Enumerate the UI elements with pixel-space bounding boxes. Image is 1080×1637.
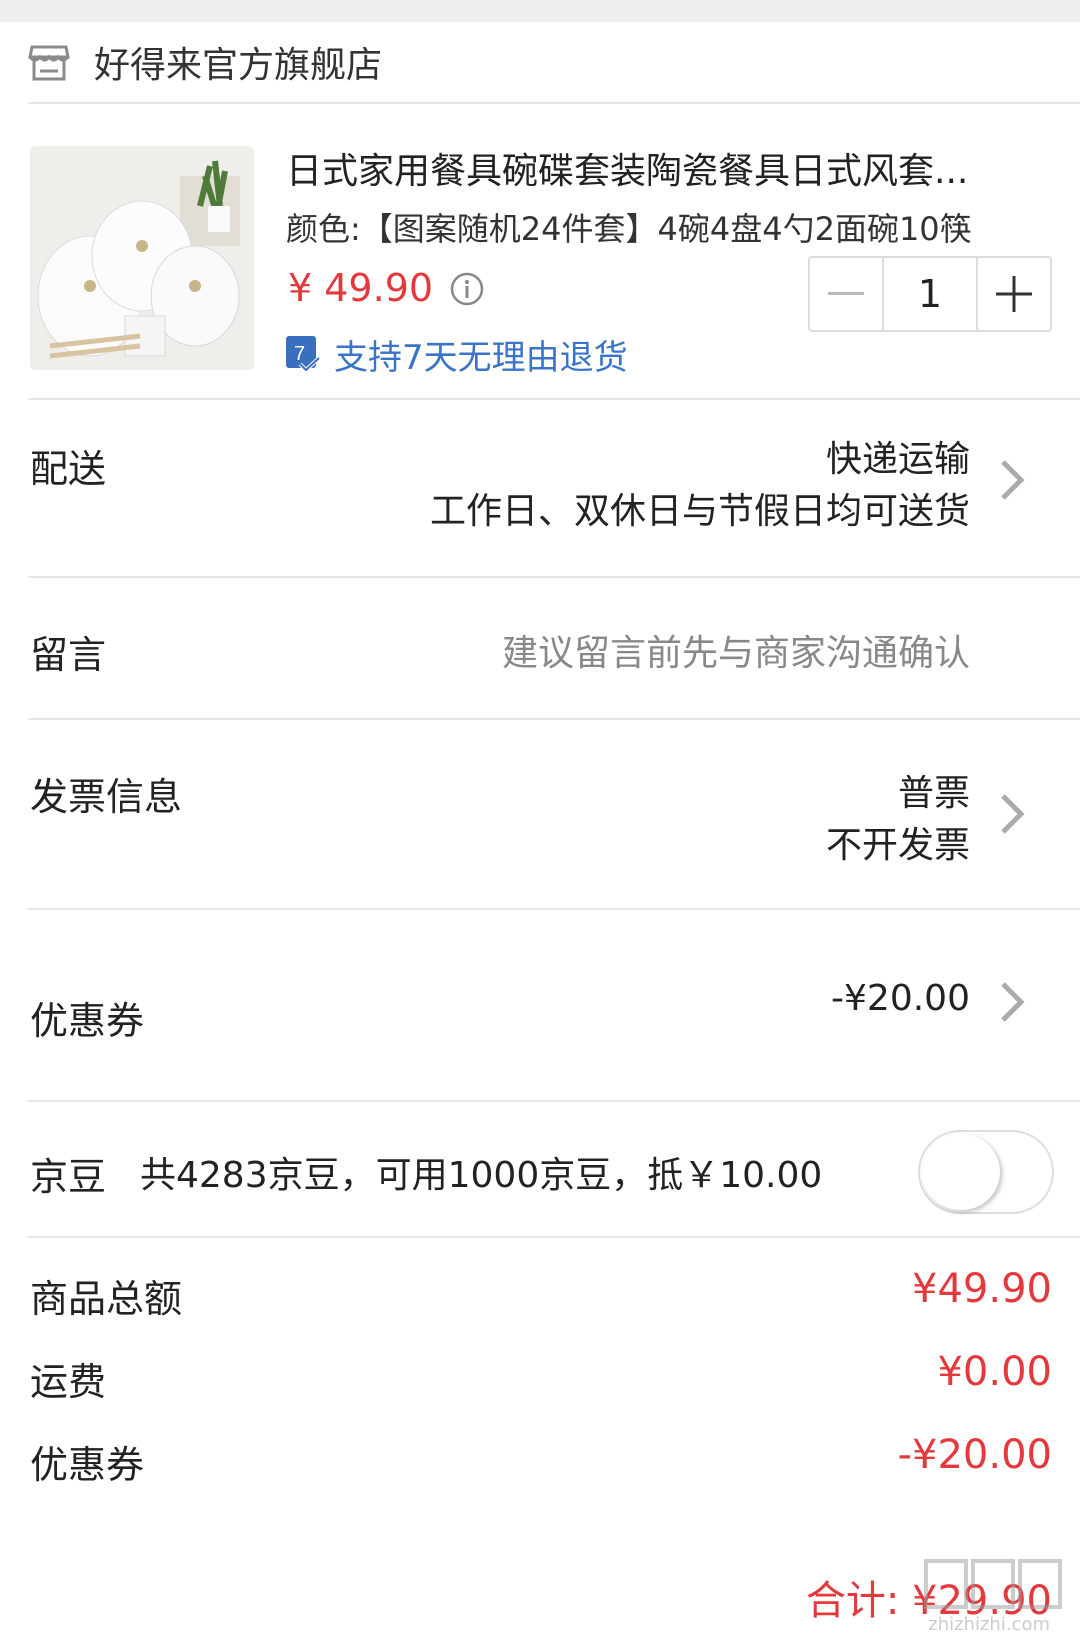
increment-button[interactable] xyxy=(978,258,1050,330)
return-policy[interactable]: 支持7天无理由退货 xyxy=(334,330,628,379)
delivery-detail: 工作日、双休日与节假日均可送货 xyxy=(429,491,970,532)
delivery-label: 配送 xyxy=(30,447,107,491)
decrement-button[interactable] xyxy=(810,258,882,330)
watermark-logo: zhizhizhi.com xyxy=(918,1555,1068,1635)
message-label: 留言 xyxy=(30,633,107,677)
product-spec: 颜色:【图案随机24件套】4碗4盘4勺2面碗10筷 xyxy=(286,210,972,248)
chevron-right-icon xyxy=(1001,982,1025,1022)
store-icon xyxy=(28,45,70,81)
invoice-detail: 不开发票 xyxy=(825,825,970,866)
delivery-row[interactable]: 配送 快递运输 工作日、双休日与节假日均可送货 xyxy=(28,400,1080,578)
quantity-stepper: 1 xyxy=(808,256,1052,332)
seven-day-return-icon: 7 xyxy=(286,336,321,373)
summary-label: 商品总额 xyxy=(30,1277,183,1321)
coupon-label: 优惠券 xyxy=(30,999,145,1043)
invoice-row[interactable]: 发票信息 普票 不开发票 xyxy=(28,720,1080,910)
jingdou-text: 共4283京豆，可用1000京豆，抵￥10.00 xyxy=(140,1155,823,1196)
product-image[interactable] xyxy=(30,146,254,370)
jingdou-toggle[interactable] xyxy=(918,1130,1054,1214)
summary-row: 优惠券 -¥20.00 xyxy=(28,1416,1080,1498)
summary-value: -¥20.00 xyxy=(897,1432,1052,1478)
summary-row: 商品总额 ¥49.90 xyxy=(28,1250,1080,1332)
message-row[interactable]: 留言 建议留言前先与商家沟通确认 xyxy=(28,578,1080,720)
shop-name: 好得来官方旗舰店 xyxy=(94,45,383,86)
invoice-type: 普票 xyxy=(897,773,970,814)
shop-header[interactable]: 好得来官方旗舰店 xyxy=(28,22,1080,104)
summary-value: ¥0.00 xyxy=(937,1349,1052,1395)
chevron-right-icon xyxy=(1001,460,1025,500)
product-item: 日式家用餐具碗碟套装陶瓷餐具日式风套... 颜色:【图案随机24件套】4碗4盘4… xyxy=(28,104,1080,400)
jingdou-label: 京豆 xyxy=(30,1155,107,1199)
jingdou-row: 京豆 共4283京豆，可用1000京豆，抵￥10.00 xyxy=(28,1102,1080,1238)
product-price: ¥ 49.90 xyxy=(288,266,434,310)
product-title[interactable]: 日式家用餐具碗碟套装陶瓷餐具日式风套... xyxy=(286,142,1046,194)
summary-row: 运费 ¥0.00 xyxy=(28,1333,1080,1415)
chevron-right-icon xyxy=(1001,794,1025,834)
quantity-value[interactable]: 1 xyxy=(882,258,978,330)
status-bar xyxy=(0,0,1080,22)
coupon-value: -¥20.00 xyxy=(831,978,970,1019)
svg-text:7: 7 xyxy=(294,343,305,365)
summary-value: ¥49.90 xyxy=(912,1266,1052,1312)
summary-label: 运费 xyxy=(30,1360,107,1404)
message-input[interactable]: 建议留言前先与商家沟通确认 xyxy=(502,624,970,676)
delivery-method: 快递运输 xyxy=(825,439,970,480)
watermark-text: zhizhizhi.com xyxy=(928,1614,1050,1635)
summary-label: 优惠券 xyxy=(30,1443,145,1487)
coupon-row[interactable]: 优惠券 -¥20.00 xyxy=(28,910,1080,1102)
invoice-label: 发票信息 xyxy=(30,775,183,819)
info-icon[interactable] xyxy=(450,272,484,306)
toggle-knob xyxy=(922,1134,1000,1210)
